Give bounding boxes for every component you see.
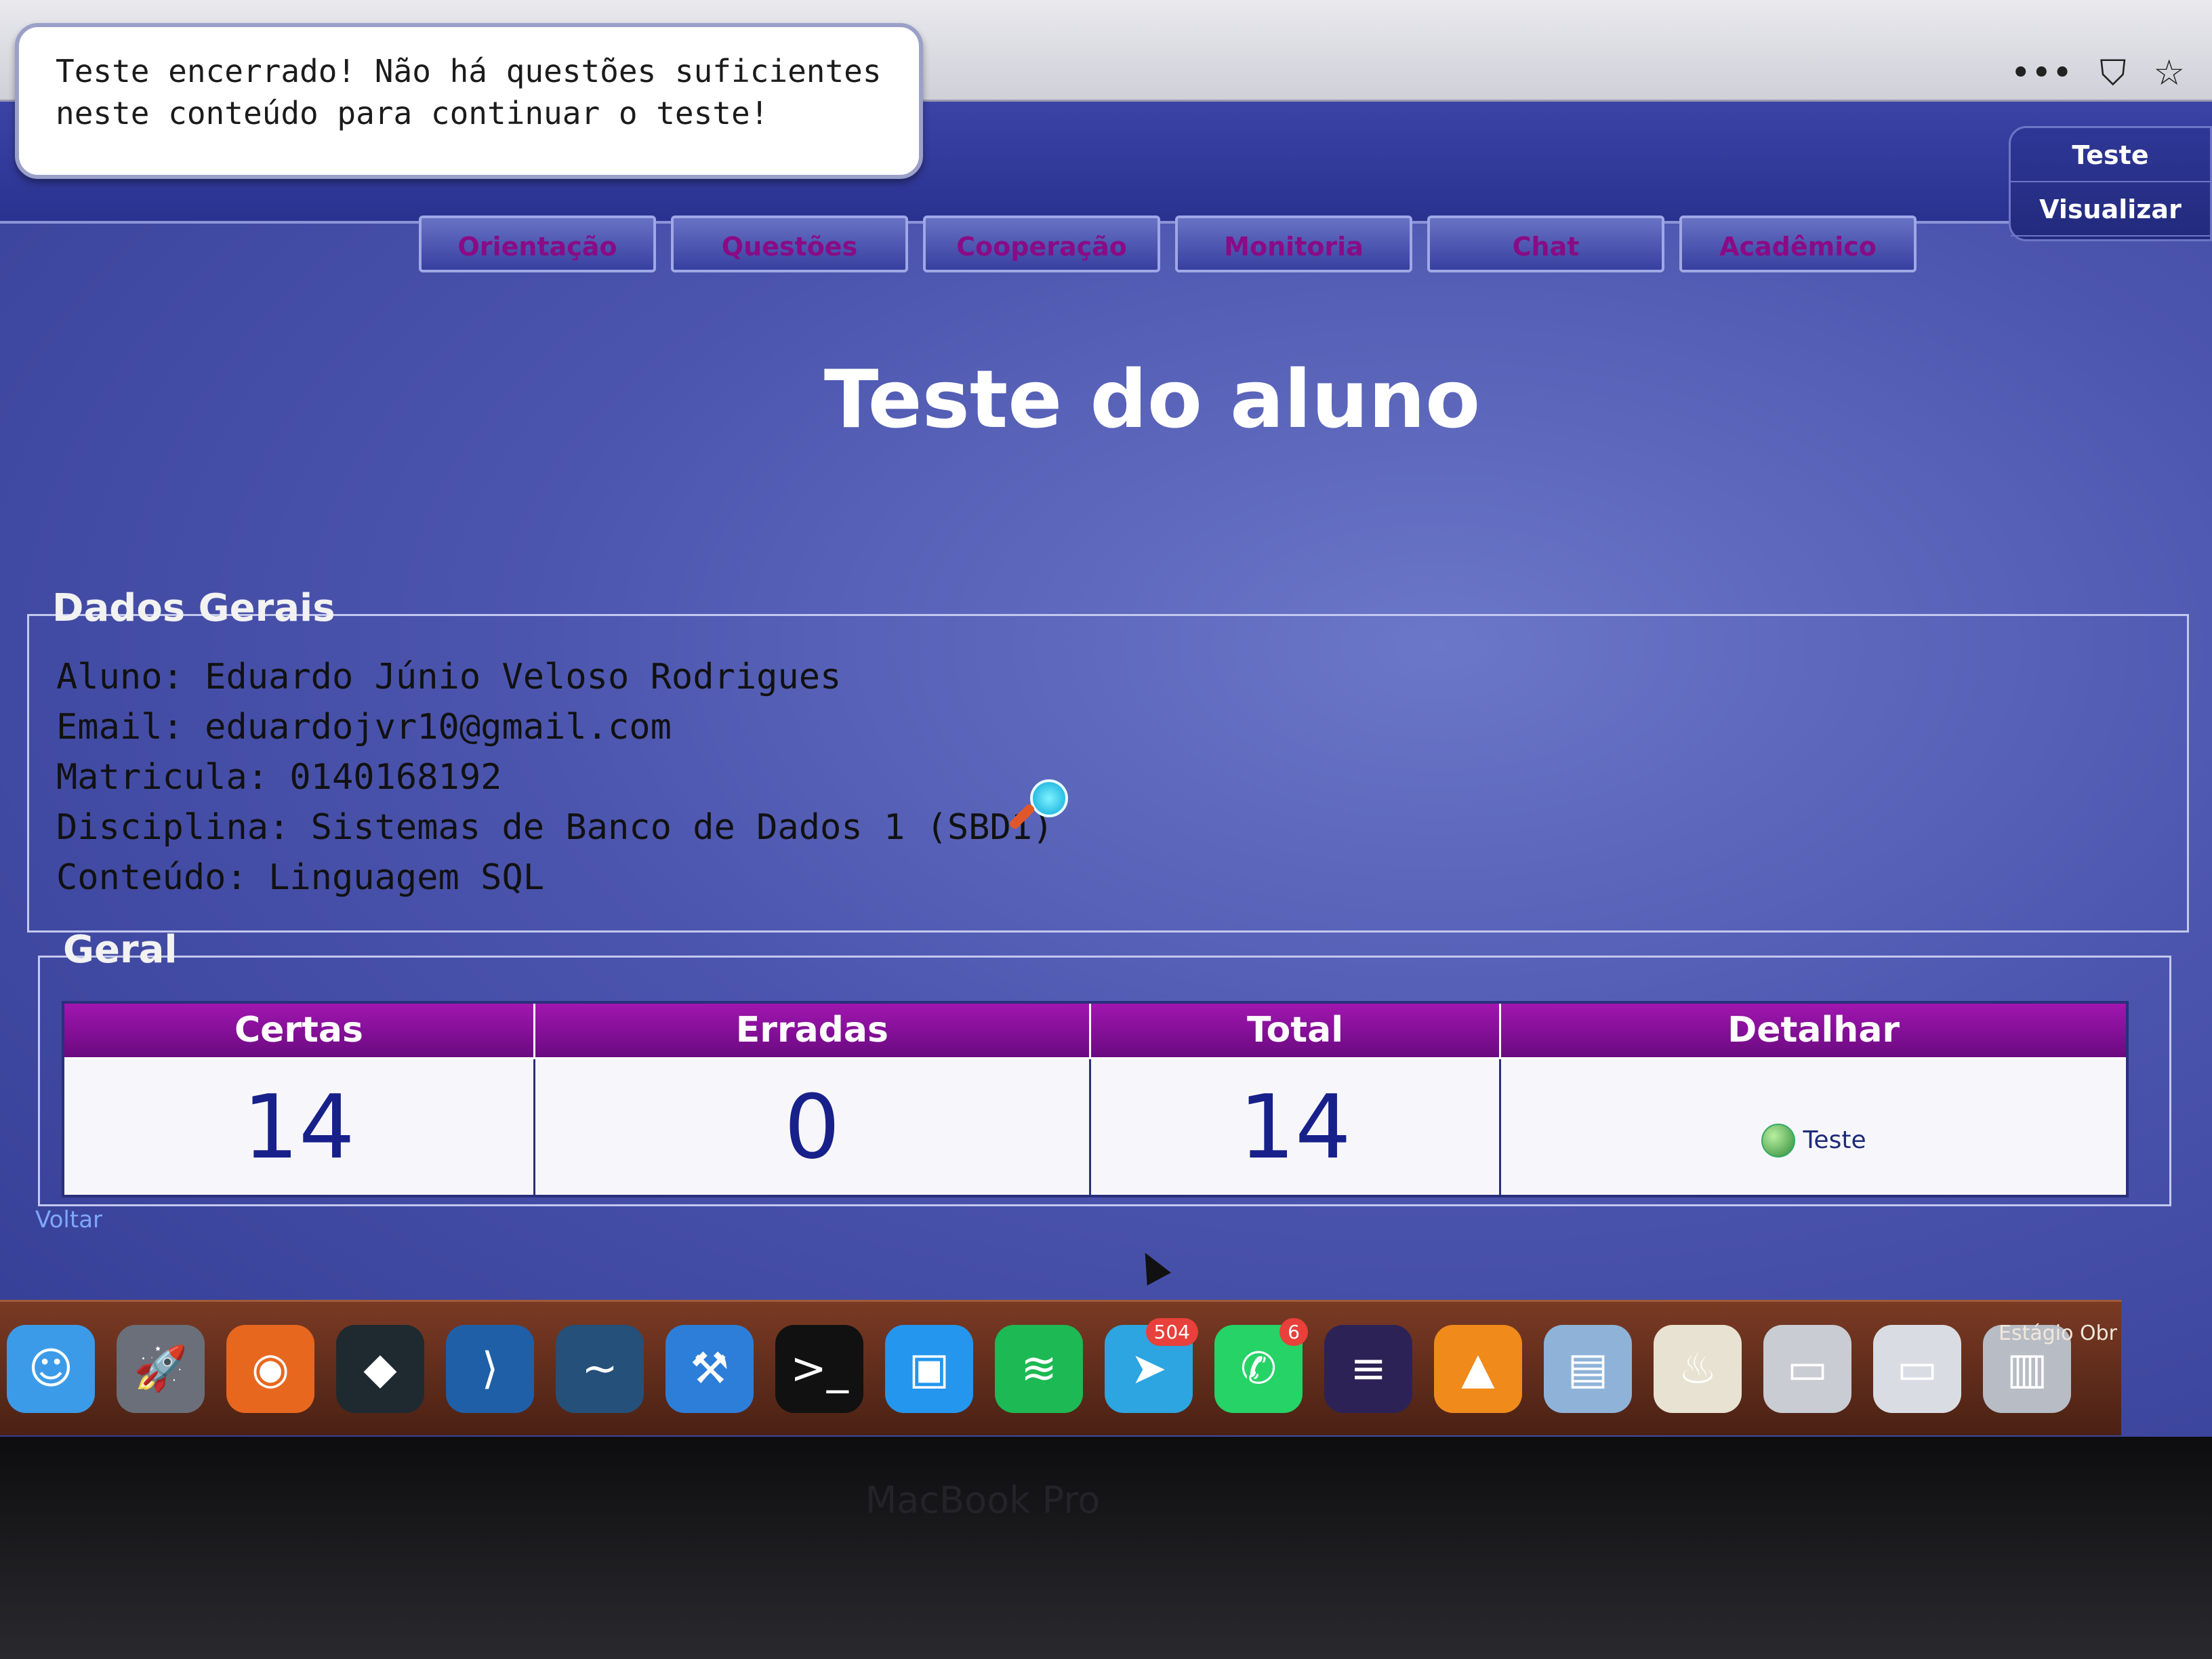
tab-cooperacao[interactable]: Cooperação <box>923 216 1160 272</box>
detalhar-teste-link[interactable]: Teste <box>1761 1123 1866 1158</box>
mysql-workbench-icon[interactable]: ~ <box>556 1324 644 1413</box>
conteudo-field: Conteúdo: Linguagem SQL <box>56 857 545 898</box>
alert-text: Teste encerrado! Não há questões suficie… <box>56 53 882 131</box>
globe-icon <box>1761 1123 1795 1158</box>
telegram-icon[interactable]: ➤ 504 <box>1105 1317 1198 1413</box>
tab-chat[interactable]: Chat <box>1427 216 1664 272</box>
aluno-field: Aluno: Eduardo Júnio Veloso Rodrigues <box>56 657 842 697</box>
header-erradas: Erradas <box>533 1001 1091 1059</box>
side-menu: Teste Visualizar <box>2009 126 2212 241</box>
header-certas: Certas <box>62 1001 535 1059</box>
whatsapp-icon[interactable]: ✆ 6 <box>1214 1317 1308 1413</box>
side-menu-item-visualizar[interactable]: Visualizar <box>2011 182 2210 237</box>
notification-badge: 6 <box>1279 1317 1308 1346</box>
vscode-icon[interactable]: ⟩ <box>446 1324 534 1413</box>
finder-icon[interactable]: ☺ <box>7 1324 95 1413</box>
dock: ☺ 🚀 ◉ ◆ ⟩ ~ ⚒ >_ ▣ ≋ ➤ 504 ✆ 6 ≡ ▲ ▤ ♨ ▭ ▭ ▥ <box>0 1300 2121 1435</box>
detalhar-cell: Teste <box>1499 1057 2129 1197</box>
magnifier-cursor-icon <box>1008 779 1068 831</box>
launchpad-icon[interactable]: 🚀 <box>117 1324 205 1413</box>
more-icon[interactable]: ••• <box>2010 53 2072 94</box>
header-total: Total <box>1088 1001 1502 1059</box>
voltar-link[interactable]: Voltar <box>35 1206 102 1233</box>
laptop-bezel <box>0 1437 2212 1659</box>
dock-folder-label: Estágio Obr <box>1999 1322 2117 1345</box>
terminal-icon[interactable]: >_ <box>775 1324 863 1413</box>
geral-section: Geral Certas Erradas Total Detalhar 14 0… <box>38 928 2171 1206</box>
tab-orientacao[interactable]: Orientação <box>419 216 656 272</box>
folder-icon[interactable]: ▭ <box>1763 1324 1851 1413</box>
results-table: Certas Erradas Total Detalhar 14 0 14 Te… <box>62 1001 2129 1197</box>
side-menu-item-teste[interactable]: Teste <box>2011 128 2210 182</box>
tab-academico[interactable]: Acadêmico <box>1679 216 1917 272</box>
erradas-value: 0 <box>533 1057 1091 1197</box>
star-icon[interactable]: ☆ <box>2153 53 2185 94</box>
preview-icon[interactable]: ▤ <box>1544 1324 1632 1413</box>
tab-questoes[interactable]: Questões <box>671 216 908 272</box>
disciplina-field: Disciplina: Sistemas de Banco de Dados 1… <box>56 807 1054 848</box>
bezel-label: MacBook Pro <box>865 1479 1101 1521</box>
total-value: 14 <box>1088 1057 1502 1197</box>
docker-icon[interactable]: ▣ <box>885 1324 973 1413</box>
dados-gerais-legend: Dados Gerais <box>52 586 335 630</box>
notification-badge: 504 <box>1145 1317 1198 1346</box>
email-field: Email: eduardojvr10@gmail.com <box>56 707 672 747</box>
tab-monitoria[interactable]: Monitoria <box>1175 216 1412 272</box>
matricula-field: Matricula: 0140168192 <box>56 757 502 798</box>
alert-message: Teste encerrado! Não há questões suficie… <box>15 23 923 179</box>
page-title: Teste do aluno <box>823 352 1481 446</box>
xcode-icon[interactable]: ⚒ <box>665 1324 754 1413</box>
detalhar-link-label: Teste <box>1803 1126 1866 1155</box>
presentation-icon[interactable]: ▭ <box>1873 1324 1961 1413</box>
main-nav-tabs: Orientação Questões Cooperação Monitoria… <box>419 216 1917 272</box>
pocket-icon[interactable]: ⛉ <box>2100 53 2126 94</box>
certas-value: 14 <box>62 1057 535 1197</box>
java-icon[interactable]: ♨ <box>1654 1324 1742 1413</box>
firefox-icon[interactable]: ◉ <box>226 1324 314 1413</box>
spotify-icon[interactable]: ≋ <box>995 1324 1083 1413</box>
header-detalhar: Detalhar <box>1499 1001 2129 1059</box>
eclipse-icon[interactable]: ≡ <box>1324 1324 1412 1413</box>
filmora-icon[interactable]: ◆ <box>336 1324 424 1413</box>
geral-legend: Geral <box>63 928 178 972</box>
mouse-pointer-icon <box>1133 1246 1171 1286</box>
dados-gerais-section: Dados Gerais Aluno: Eduardo Júnio Veloso… <box>27 586 2189 933</box>
vlc-icon[interactable]: ▲ <box>1434 1324 1522 1413</box>
screen: ••• ⛉ ☆ Teste encerrado! Não há questões… <box>0 0 2212 1437</box>
